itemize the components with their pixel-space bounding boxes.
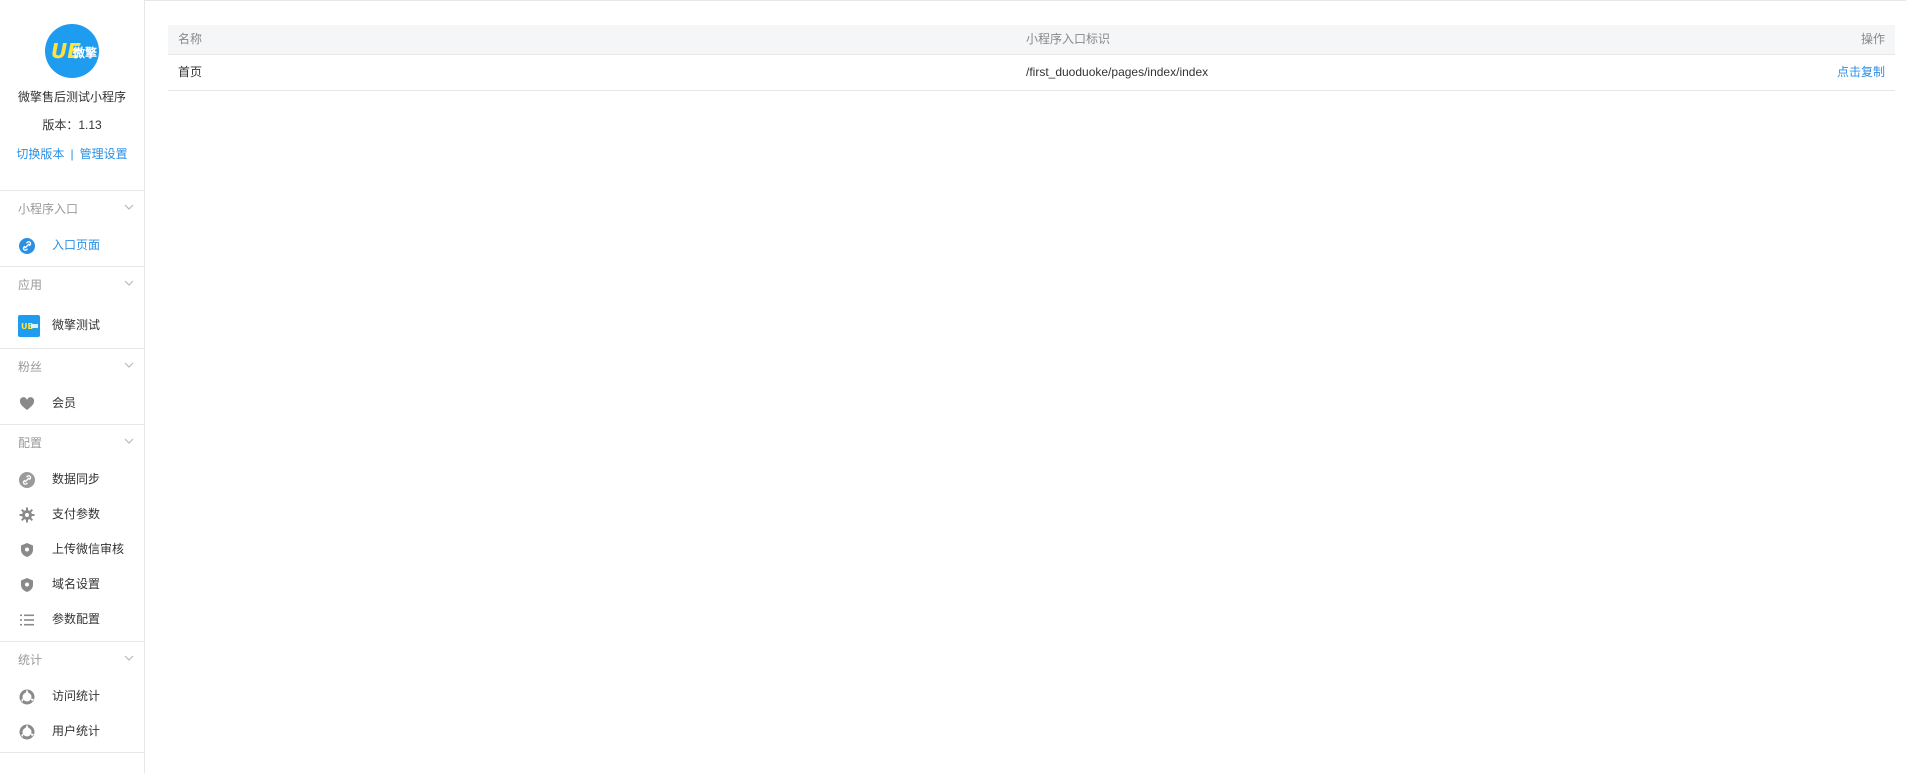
logo-text: 微擎: [73, 46, 98, 60]
sidebar-item-entry-page[interactable]: 入口页面: [0, 228, 144, 263]
sync-link-icon: [19, 472, 35, 488]
sidebar-item-label: 数据同步: [52, 472, 101, 486]
account-panel: UE 微擎 微擎售后测试小程序 版本：1.13 切换版本 | 管理设置: [0, 24, 144, 191]
table-row: 首页 /first_duoduoke/pages/index/index 点击复…: [168, 55, 1895, 91]
group-apps: 应用 UE 微擎测试: [0, 267, 144, 349]
sidebar-item-payment-params[interactable]: 支付参数: [0, 497, 144, 532]
link-separator: |: [70, 147, 74, 161]
group-entry: 小程序入口 入口页面: [0, 191, 144, 267]
sidebar: UE 微擎 微擎售后测试小程序 版本：1.13 切换版本 | 管理设置 小程序入口 …: [0, 0, 145, 773]
sidebar-item-user-stats[interactable]: 用户统计: [0, 714, 144, 749]
chevron-down-icon: [124, 362, 134, 368]
pie-chart-icon: [19, 689, 35, 705]
entry-table: 名称 小程序入口标识 操作 首页 /first_duoduoke/pages/i…: [168, 25, 1895, 91]
sidebar-item-label: 微擎测试: [52, 318, 101, 332]
switch-version-link[interactable]: 切换版本: [16, 147, 64, 161]
chevron-down-icon: [124, 204, 134, 210]
sidebar-item-param-config[interactable]: 参数配置: [0, 602, 144, 637]
group-apps-title: 应用: [18, 278, 43, 292]
group-config-title: 配置: [18, 436, 43, 450]
sidebar-item-label: 入口页面: [52, 238, 101, 252]
table-header: 名称 小程序入口标识 操作: [168, 25, 1895, 55]
group-stats-header[interactable]: 统计: [0, 642, 144, 679]
gear-icon: [19, 507, 35, 523]
sidebar-item-domain-settings[interactable]: 域名设置: [0, 567, 144, 602]
account-version: 版本：1.13: [42, 118, 102, 132]
copy-button[interactable]: 点击复制: [1837, 55, 1885, 90]
account-links: 切换版本 | 管理设置: [0, 145, 144, 162]
app-logo-icon: UE: [18, 315, 40, 337]
group-config-header[interactable]: 配置: [0, 425, 144, 462]
row-entry-path: /first_duoduoke/pages/index/index: [1026, 65, 1209, 79]
link-icon: [19, 238, 35, 254]
group-entry-title: 小程序入口: [18, 202, 79, 216]
shield-icon: [21, 543, 33, 557]
sidebar-item-label: 支付参数: [52, 507, 101, 521]
sidebar-item-visit-stats[interactable]: 访问统计: [0, 679, 144, 714]
group-fans-header[interactable]: 粉丝: [0, 349, 144, 386]
sidebar-item-data-sync[interactable]: 数据同步: [0, 462, 144, 497]
pie-chart-icon: [19, 724, 35, 740]
sidebar-item-label: 域名设置: [52, 577, 101, 591]
shield-icon: [21, 578, 33, 592]
sidebar-item-upload-review[interactable]: 上传微信审核: [0, 532, 144, 567]
sidebar-item-weiqing-test[interactable]: UE 微擎测试: [0, 308, 144, 343]
chevron-down-icon: [124, 438, 134, 444]
group-config: 配置 数据同步 支付参数 上传微信审核 域名设置 参数配置: [0, 425, 144, 642]
manage-settings-link[interactable]: 管理设置: [80, 147, 128, 161]
group-fans: 粉丝 会员: [0, 349, 144, 425]
account-name: 微擎售后测试小程序: [17, 90, 126, 104]
sidebar-item-label: 参数配置: [52, 612, 101, 626]
group-entry-header[interactable]: 小程序入口: [0, 191, 144, 228]
column-header-entry: 小程序入口标识: [1026, 32, 1111, 46]
chevron-down-icon: [124, 280, 134, 286]
sidebar-item-members[interactable]: 会员: [0, 386, 144, 421]
group-fans-title: 粉丝: [18, 360, 43, 374]
group-stats: 统计 访问统计 用户统计: [0, 642, 144, 753]
group-stats-title: 统计: [18, 653, 43, 667]
sidebar-item-label: 会员: [52, 396, 77, 410]
group-apps-header[interactable]: 应用: [0, 267, 144, 304]
sidebar-item-label: 访问统计: [52, 689, 101, 703]
list-icon: [20, 614, 34, 626]
column-header-name: 名称: [178, 32, 203, 46]
heart-icon: [19, 397, 35, 410]
account-logo-icon: UE 微擎: [45, 24, 99, 78]
chevron-down-icon: [124, 655, 134, 661]
top-divider: [0, 0, 1906, 1]
sidebar-item-label: 用户统计: [52, 724, 101, 738]
column-header-action: 操作: [1860, 32, 1885, 46]
sidebar-item-label: 上传微信审核: [52, 542, 125, 556]
row-name: 首页: [178, 65, 203, 79]
